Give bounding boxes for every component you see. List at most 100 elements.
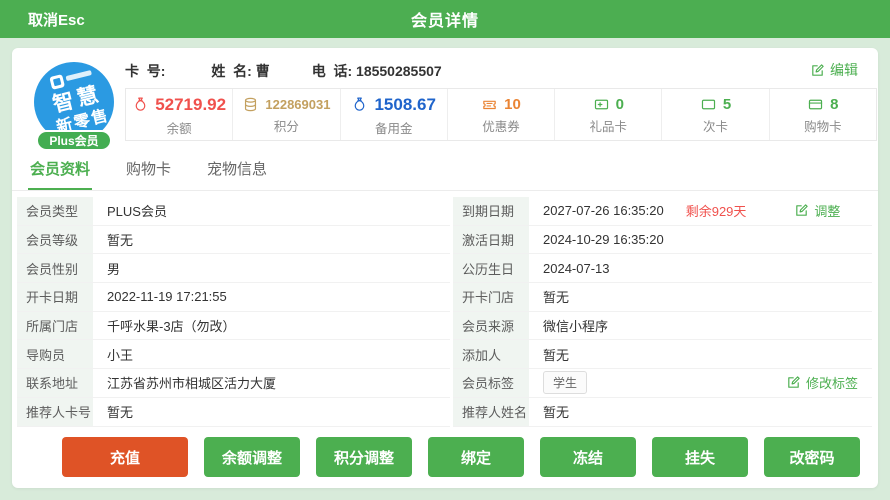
info-row: 推荐人姓名 暂无	[453, 398, 872, 427]
info-row: 开卡日期 2022-11-19 17:21:55	[17, 283, 450, 312]
balance-adjust-button[interactable]: 余额调整	[204, 437, 300, 477]
info-value: 暂无	[93, 230, 450, 249]
member-summary-line: 卡 号: 姓 名: 曹 电 话: 18550285507	[125, 60, 484, 82]
days-remaining-text: 剩余929天	[686, 201, 747, 220]
stat-label: 次卡	[703, 116, 728, 135]
phone-field: 电 话: 18550285507	[312, 61, 442, 81]
action-buttons-row: 充值 余额调整 积分调整 绑定 冻结 挂失 改密码	[62, 437, 878, 477]
report-loss-button[interactable]: 挂失	[652, 437, 748, 477]
info-value: 2027-07-26 16:35:20	[543, 203, 664, 218]
stat-times-cards: 5 次卡	[661, 89, 768, 140]
edit-icon	[794, 203, 809, 218]
info-row: 推荐人卡号 暂无	[17, 398, 450, 427]
money-pouch-icon	[132, 96, 149, 113]
member-tag-student: 学生	[543, 371, 587, 394]
stat-value: 0	[616, 96, 624, 113]
stat-coupons: 10 优惠券	[447, 89, 554, 140]
card-icon	[593, 96, 610, 113]
info-value-group: 学生 修改标签	[529, 371, 872, 394]
info-row: 联系地址 江苏省苏州市相城区活力大厦	[17, 369, 450, 398]
info-label: 导购员	[17, 340, 93, 368]
info-row: 会员标签 学生 修改标签	[453, 369, 872, 398]
freeze-button[interactable]: 冻结	[540, 437, 636, 477]
info-row: 开卡门店 暂无	[453, 283, 872, 312]
info-value: 男	[93, 259, 450, 278]
info-value-group: 2027-07-26 16:35:20 剩余929天 调整	[529, 201, 872, 220]
stat-label: 余额	[167, 118, 192, 137]
adjust-button-label: 调整	[814, 201, 840, 220]
change-password-button[interactable]: 改密码	[764, 437, 860, 477]
stat-points: 122869031 积分	[232, 89, 339, 140]
info-label: 会员性别	[17, 254, 93, 282]
info-value: 暂无	[529, 402, 872, 421]
cancel-esc-button[interactable]: 取消Esc	[28, 9, 85, 30]
modify-tags-button[interactable]: 修改标签	[786, 373, 858, 392]
info-label: 开卡日期	[17, 283, 93, 311]
phone-label: 电 话:	[312, 63, 352, 79]
name-field: 姓 名: 曹	[211, 61, 269, 81]
info-label: 到期日期	[453, 197, 529, 225]
adjust-expiry-button[interactable]: 调整	[794, 201, 840, 220]
member-stats-strip: 52719.92 余额 122869031 积分 1508.67 备用金	[125, 88, 877, 141]
card-icon	[807, 96, 824, 113]
edit-icon	[786, 375, 801, 390]
info-value: 微信小程序	[529, 316, 872, 335]
top-bar: 取消Esc 会员详情	[0, 0, 890, 38]
stat-gift-cards: 0 礼品卡	[554, 89, 661, 140]
info-label: 会员标签	[453, 369, 529, 397]
edit-member-button[interactable]: 编辑	[810, 60, 858, 80]
card-icon	[700, 96, 717, 113]
coins-icon	[242, 96, 259, 113]
stat-label: 优惠券	[482, 116, 520, 135]
phone-value: 18550285507	[356, 63, 442, 79]
recharge-button[interactable]: 充值	[62, 437, 188, 477]
info-row: 会员来源 微信小程序	[453, 312, 872, 341]
info-label: 公历生日	[453, 254, 529, 282]
info-value: 2022-11-19 17:21:55	[93, 289, 450, 304]
stat-value: 1508.67	[374, 95, 435, 115]
card-number-field: 卡 号:	[125, 61, 169, 81]
money-pouch-icon	[351, 96, 368, 113]
stat-label: 购物卡	[804, 116, 842, 135]
tab-pet-info[interactable]: 宠物信息	[205, 158, 269, 190]
card-number-label: 卡 号:	[125, 63, 165, 79]
stat-value: 52719.92	[155, 95, 226, 115]
member-detail-panel: 智慧 新零售 Plus会员 卡 号: 姓 名: 曹 电 话: 185502855…	[12, 48, 878, 488]
stat-value: 10	[504, 96, 521, 113]
info-value: 2024-07-13	[529, 261, 872, 276]
info-value: 小王	[93, 345, 450, 364]
info-label: 添加人	[453, 340, 529, 368]
info-label: 会员等级	[17, 226, 93, 254]
bind-button[interactable]: 绑定	[428, 437, 524, 477]
info-value: 千呼水果-3店（勿改）	[93, 316, 450, 335]
page-title: 会员详情	[0, 7, 890, 31]
tab-member-profile[interactable]: 会员资料	[28, 158, 92, 190]
info-row: 所属门店 千呼水果-3店（勿改）	[17, 312, 450, 341]
name-value: 曹	[256, 63, 270, 79]
info-label: 推荐人卡号	[17, 398, 93, 426]
modify-tags-label: 修改标签	[806, 373, 858, 392]
info-value: 暂无	[529, 345, 872, 364]
info-row: 会员类型 PLUS会员	[17, 197, 450, 226]
stat-label: 备用金	[375, 118, 413, 137]
info-row: 导购员 小王	[17, 340, 450, 369]
stat-value: 5	[723, 96, 731, 113]
info-value: 暂无	[93, 402, 450, 421]
info-label: 所属门店	[17, 312, 93, 340]
info-row: 到期日期 2027-07-26 16:35:20 剩余929天 调整	[453, 197, 872, 226]
edit-button-label: 编辑	[830, 60, 858, 80]
stat-balance: 52719.92 余额	[126, 89, 232, 140]
info-row: 会员等级 暂无	[17, 226, 450, 255]
info-label: 会员类型	[17, 197, 93, 225]
info-label: 推荐人姓名	[453, 398, 529, 426]
points-adjust-button[interactable]: 积分调整	[316, 437, 412, 477]
ticket-icon	[481, 96, 498, 113]
stat-value: 122869031	[265, 97, 330, 112]
edit-icon	[810, 63, 825, 78]
info-value: 江苏省苏州市相城区活力大厦	[93, 373, 450, 392]
tab-shopping-card[interactable]: 购物卡	[124, 158, 173, 190]
name-label: 姓 名:	[211, 63, 251, 79]
detail-tabs: 会员资料 购物卡 宠物信息	[12, 159, 878, 191]
stat-label: 礼品卡	[590, 116, 628, 135]
plus-member-badge: Plus会员	[36, 130, 112, 151]
